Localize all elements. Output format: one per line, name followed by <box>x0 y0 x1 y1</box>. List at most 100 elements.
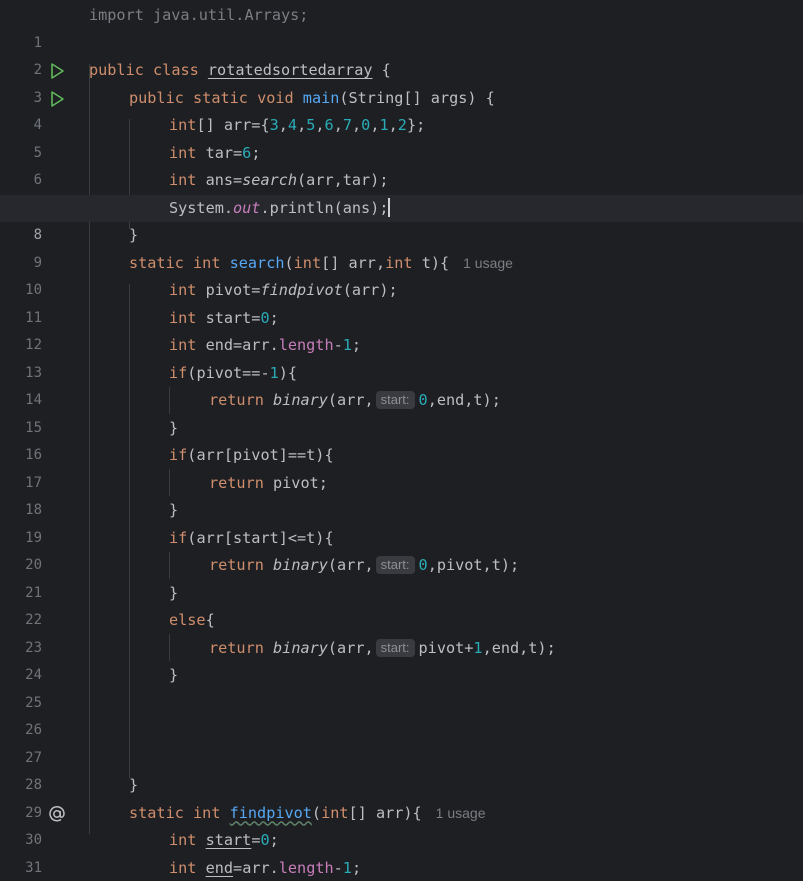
code-text: pivot; <box>263 473 328 492</box>
method-call: search <box>242 171 298 189</box>
code-line-4[interactable]: 4 public static void main(String[] args)… <box>0 85 803 134</box>
code-line-26[interactable]: 26 <box>0 690 803 738</box>
params: (String[] args) { <box>339 88 495 107</box>
keyword: return <box>209 391 264 409</box>
code-line-16[interactable]: 16 } <box>0 415 803 464</box>
class-name: rotatedsortedarray <box>207 61 373 79</box>
keyword: static <box>193 88 248 107</box>
keyword: class <box>153 61 199 79</box>
keyword: return <box>209 638 264 657</box>
punct: ( <box>284 253 294 272</box>
code-line-9[interactable]: 9 } <box>0 222 803 271</box>
code-line-11[interactable]: 11 int pivot=findpivot(arr); <box>0 277 803 326</box>
code-line-8-current[interactable]: 8 System.out.println(ans); <box>0 194 803 243</box>
code-line-17[interactable]: 17 if(arr[pivot]==t){ <box>0 442 803 491</box>
usage-hint[interactable]: 1 usage <box>463 255 513 271</box>
punct: }; <box>406 116 426 134</box>
import-statement: import java.util.Arrays; <box>89 6 309 24</box>
code-line-3[interactable]: 3 public class rotatedsortedarray { <box>0 57 803 106</box>
keyword: int <box>321 803 349 822</box>
code-line-25[interactable]: 25 } <box>0 662 803 711</box>
run-icon[interactable] <box>48 62 66 80</box>
code-text: arr. <box>242 858 279 877</box>
code-text: (arr[start]<=t){ <box>187 528 334 547</box>
code-line-24[interactable]: 24 return binary(arr, start: pivot+1,end,t… <box>0 635 803 683</box>
run-icon[interactable] <box>48 90 66 108</box>
code-line-14[interactable]: 14 if(pivot==-1){ <box>0 360 803 409</box>
keyword: int <box>385 253 413 272</box>
code-line-5[interactable]: 5 int[] arr={3,4,5,6,7,0,1,2}; <box>0 112 803 161</box>
keyword: if <box>169 528 188 547</box>
code-line-32[interactable]: 32 int end=arr.length-1; <box>0 855 803 881</box>
punct: ){ <box>278 363 298 382</box>
code-line-27[interactable]: 27 <box>0 717 803 766</box>
number: 1 <box>342 336 352 354</box>
number: 1 <box>379 116 389 134</box>
keyword: int <box>169 858 197 877</box>
punct: } <box>129 226 139 244</box>
keyword: int <box>169 116 197 134</box>
number: 1 <box>342 858 352 877</box>
code-line-19[interactable]: 19 } <box>0 497 803 546</box>
number: 1 <box>269 363 279 382</box>
number: 0 <box>361 116 371 134</box>
keyword: int <box>169 308 197 327</box>
code-line-30[interactable]: 30 static int findpivot(int[] arr){1 usa… <box>0 800 803 849</box>
keyword: static <box>129 253 184 272</box>
code-line-22[interactable]: 22 } <box>0 580 803 629</box>
code-text: t){ <box>412 253 450 272</box>
keyword: int <box>193 253 221 272</box>
code-text: start= <box>196 308 261 327</box>
code-line-13[interactable]: 13 int end=arr.length-1; <box>0 332 803 381</box>
code-line-2[interactable]: 2 <box>0 30 803 78</box>
variable: start <box>205 831 252 849</box>
keyword: int <box>169 336 197 354</box>
field: length <box>278 858 334 877</box>
code-line-21[interactable]: 21 return binary(arr, start: 0,pivot,t); <box>0 552 803 601</box>
implemented-at-icon[interactable] <box>48 805 66 823</box>
punct: , <box>333 116 343 134</box>
keyword: int <box>193 803 221 822</box>
punct: ; <box>351 336 362 354</box>
number: 1 <box>473 638 483 657</box>
code-line-15[interactable]: 15 return binary(arr, start: 0,end,t); <box>0 387 803 436</box>
keyword: return <box>209 473 264 492</box>
code-line-31[interactable]: 31 int start=0; <box>0 827 803 876</box>
code-text: (arr); <box>342 281 398 299</box>
keyword: if <box>169 363 188 382</box>
code-line-20[interactable]: 20 if(arr[start]<=t){ <box>0 525 803 574</box>
keyword: int <box>293 253 322 272</box>
usage-hint[interactable]: 1 usage <box>436 805 486 821</box>
code-text: pivot+ <box>418 638 474 657</box>
method-name: main <box>302 88 340 107</box>
number: 0 <box>260 308 270 327</box>
code-line-10[interactable]: 10 static int search(int[] arr,int t){1 … <box>0 250 803 299</box>
punct: ; <box>269 308 279 327</box>
code-line-7[interactable]: 7 int ans=search(arr,tar); <box>0 167 803 216</box>
field: length <box>278 336 334 354</box>
code-line-18[interactable]: 18 return pivot; <box>0 470 803 519</box>
code-editor[interactable]: 1 import java.util.Arrays; 2 3 public cl… <box>0 0 803 881</box>
keyword: int <box>169 143 197 162</box>
number: 5 <box>306 116 316 134</box>
method-call: binary <box>273 391 328 409</box>
code-line-1[interactable]: 1 import java.util.Arrays; <box>0 2 803 51</box>
number: 0 <box>418 556 428 574</box>
number: 7 <box>342 116 352 134</box>
code-text: .println(ans); <box>260 198 389 217</box>
code-line-23[interactable]: 23 else{ <box>0 607 803 656</box>
punct: } <box>129 776 139 794</box>
punct: , <box>388 116 398 134</box>
code-line-6[interactable]: 6 int tar=6; <box>0 140 803 189</box>
punct: , <box>352 116 362 134</box>
keyword: int <box>169 831 197 849</box>
code-line-29[interactable]: 29 } <box>0 772 803 821</box>
punct: , <box>278 116 288 134</box>
code-line-12[interactable]: 12 int start=0; <box>0 305 803 354</box>
method-name: findpivot <box>229 803 312 822</box>
number: 0 <box>418 391 428 409</box>
code-line-28[interactable]: 28 <box>0 745 803 793</box>
keyword: int <box>169 281 197 299</box>
code-text: ,pivot,t); <box>427 556 520 574</box>
number: 2 <box>397 116 407 134</box>
